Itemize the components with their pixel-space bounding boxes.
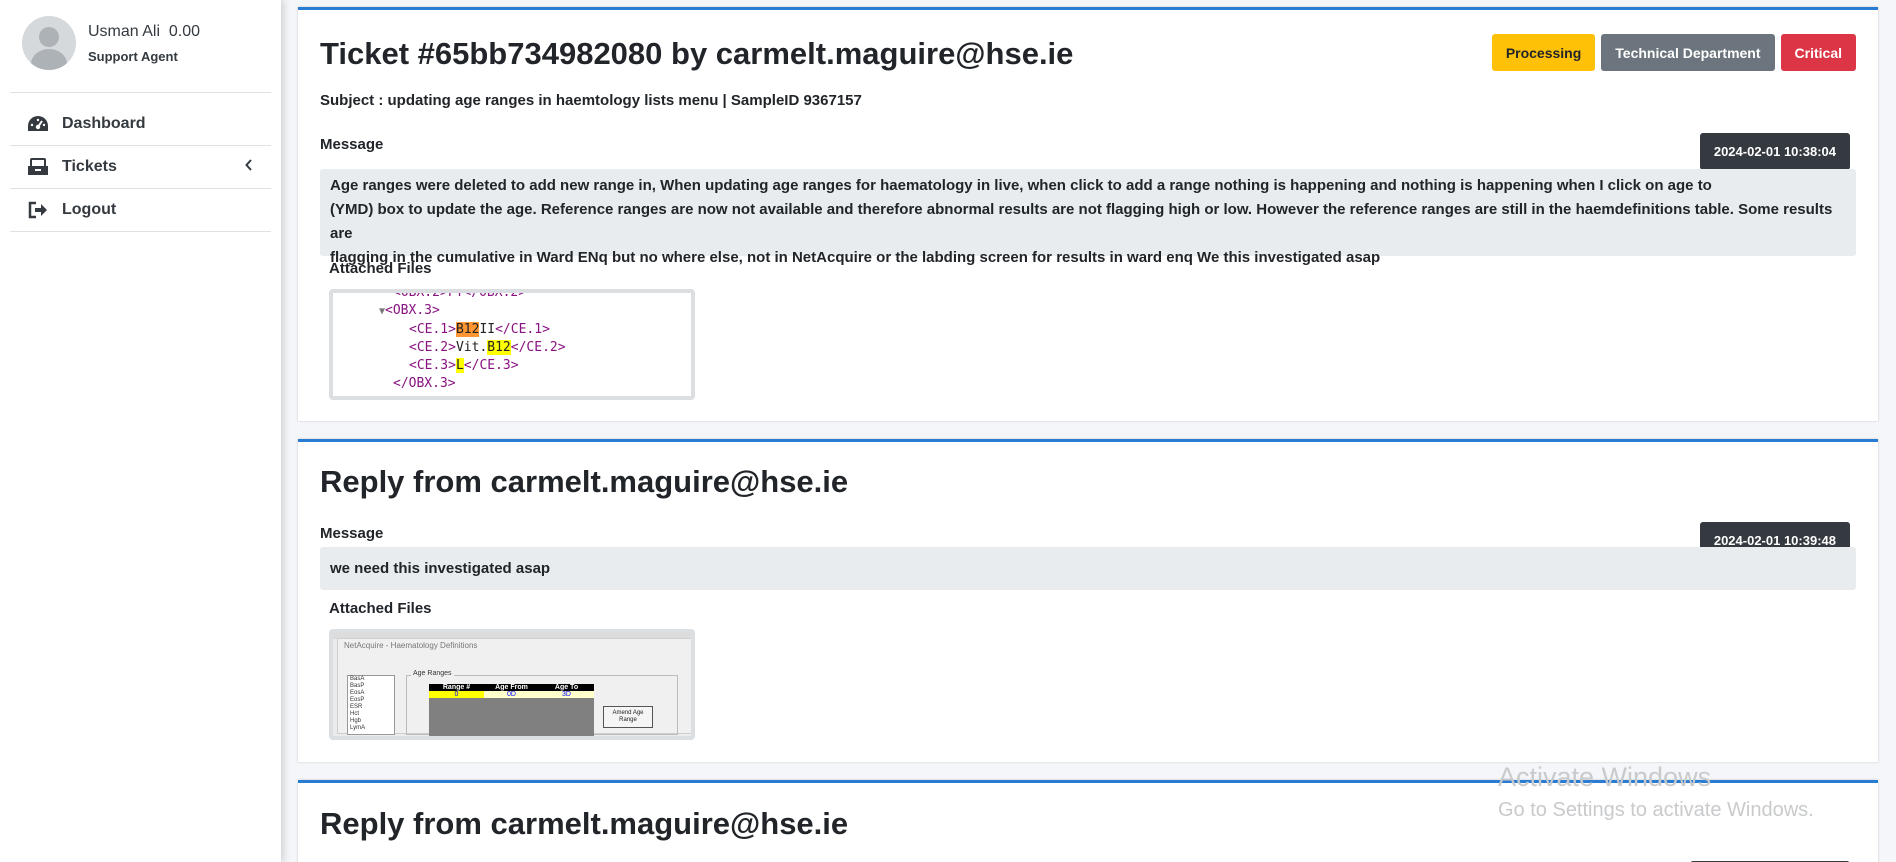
code-line: ▼<OBX.3> bbox=[379, 303, 440, 318]
code-line: <OBX.2>FT</OBX.2> bbox=[393, 289, 527, 300]
user-name-line: Usman Ali 0.00 bbox=[88, 23, 200, 41]
message-body: we need this investigated asap bbox=[320, 547, 1856, 590]
sidebar-nav: Dashboard Tickets Logout bbox=[10, 103, 271, 232]
ticket-card: Ticket #65bb734982080 by carmelt.maguire… bbox=[298, 7, 1878, 421]
chevron-left-icon[interactable] bbox=[245, 158, 253, 176]
amend-age-range-button: Amend Age Range bbox=[603, 706, 653, 728]
message-body: Age ranges were deleted to add new range… bbox=[320, 169, 1856, 266]
window-title: NetAcquire - Haematology Definitions bbox=[344, 641, 478, 650]
code-line: </OBX.3> bbox=[393, 376, 456, 391]
ticket-subject: Subject : updating age ranges in haemtol… bbox=[320, 92, 862, 109]
list-box: BasA BasP EosA EosP ESR Hct Hgb LymA bbox=[347, 675, 395, 735]
code-line: <CE.1>B12II</CE.1> bbox=[409, 322, 550, 337]
user-name: Usman Ali bbox=[88, 22, 161, 40]
attached-files-label: Attached Files bbox=[329, 600, 432, 617]
sidebar-item-dashboard[interactable]: Dashboard bbox=[10, 103, 271, 146]
reply-title: Reply from carmelt.maguire@hse.ie bbox=[320, 806, 849, 841]
sidebar-item-label: Tickets bbox=[62, 158, 117, 175]
dashboard-gauge-icon bbox=[26, 114, 50, 134]
message-line: flagging in the cumulative in Ward ENq b… bbox=[330, 249, 1381, 266]
user-panel[interactable]: Usman Ali 0.00 Support Agent bbox=[10, 0, 271, 93]
user-role: Support Agent bbox=[88, 48, 178, 64]
reply-card: Reply from carmelt.maguire@hse.ie Messag… bbox=[298, 439, 1878, 762]
message-label: Message bbox=[320, 525, 384, 542]
reply-title: Reply from carmelt.maguire@hse.ie bbox=[320, 464, 849, 499]
sidebar-item-tickets[interactable]: Tickets bbox=[10, 146, 271, 189]
sidebar-item-label: Logout bbox=[62, 201, 117, 218]
message-line: (YMD) box to update the age. Reference r… bbox=[330, 201, 1833, 242]
status-badge: Processing bbox=[1491, 34, 1596, 71]
attachment-thumbnail[interactable]: <OBX.2>FT</OBX.2> ▼<OBX.3> <CE.1>B12II</… bbox=[329, 289, 695, 400]
attached-files-label: Attached Files bbox=[329, 260, 432, 277]
logout-icon bbox=[26, 200, 50, 220]
code-line: <CE.2>Vit.B12</CE.2> bbox=[409, 340, 566, 355]
sidebar-item-logout[interactable]: Logout bbox=[10, 189, 271, 232]
attachment-thumbnail[interactable]: NetAcquire - Haematology Definitions Bas… bbox=[329, 629, 695, 740]
ticket-badges: Processing Technical Department Critical bbox=[1491, 34, 1856, 71]
avatar bbox=[22, 16, 76, 70]
user-balance: 0.00 bbox=[168, 22, 201, 40]
message-timestamp: 2024-02-01 10:38:04 bbox=[1699, 133, 1850, 170]
department-badge: Technical Department bbox=[1601, 34, 1775, 71]
message-text: we need this investigated asap bbox=[330, 559, 551, 577]
windows-activation-watermark: Activate Windows Go to Settings to activ… bbox=[1498, 762, 1814, 821]
sidebar: Usman Ali 0.00 Support Agent Dashboard T… bbox=[0, 0, 281, 862]
message-label: Message bbox=[320, 136, 384, 153]
ticket-icon bbox=[26, 157, 50, 177]
message-line: Age ranges were deleted to add new range… bbox=[330, 177, 1712, 194]
sidebar-item-label: Dashboard bbox=[62, 115, 146, 132]
code-line: <CE.3>L</CE.3> bbox=[409, 358, 519, 373]
priority-badge: Critical bbox=[1780, 34, 1856, 71]
group-label: Age Ranges bbox=[411, 670, 454, 677]
ticket-title: Ticket #65bb734982080 by carmelt.maguire… bbox=[320, 36, 1074, 71]
